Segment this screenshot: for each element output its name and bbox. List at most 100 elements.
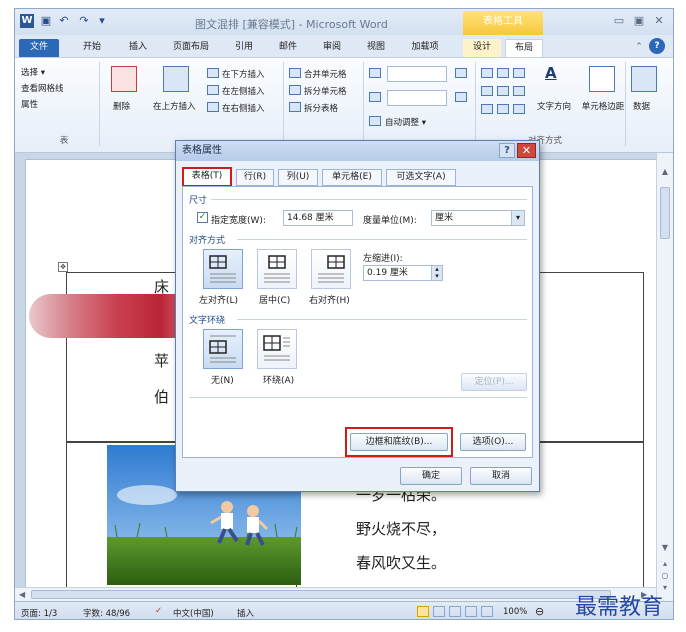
tab-column[interactable]: 列(U)	[278, 169, 318, 186]
language-indicator[interactable]: 中文(中国)	[173, 607, 214, 619]
insert-mode[interactable]: 插入	[237, 607, 254, 619]
restore-icon[interactable]: ▣	[631, 14, 647, 28]
distribute-rows-icon[interactable]	[455, 68, 467, 78]
previous-page-icon[interactable]: ▴	[660, 559, 670, 569]
redo-icon[interactable]: ↷	[77, 14, 91, 28]
text-fragment: 伯	[154, 388, 170, 406]
help-icon[interactable]: ?	[649, 38, 665, 54]
borders-and-shading-button[interactable]: 边框和底纹(B)...	[350, 433, 448, 451]
tab-layout[interactable]: 布局	[505, 39, 543, 57]
print-layout-icon[interactable]	[417, 606, 429, 617]
merge-cells-button[interactable]: 合并单元格	[304, 68, 347, 80]
options-button[interactable]: 选项(O)...	[460, 433, 526, 451]
tab-view[interactable]: 视图	[361, 39, 391, 57]
text-direction-button[interactable]: 文字方向	[537, 100, 571, 112]
insert-below-button[interactable]: 在下方插入	[222, 68, 265, 80]
tab-insert[interactable]: 插入	[123, 39, 153, 57]
tab-mailings[interactable]: 邮件	[273, 39, 303, 57]
tab-design[interactable]: 设计	[463, 39, 501, 57]
cancel-button[interactable]: 取消	[470, 467, 532, 485]
align-top-left-icon[interactable]	[481, 68, 493, 78]
align-bottom-right-icon[interactable]	[513, 104, 525, 114]
tab-table[interactable]: 表格(T)	[182, 167, 232, 187]
align-top-right-icon[interactable]	[513, 68, 525, 78]
cell-margins-button[interactable]: 单元格边距	[581, 100, 625, 112]
align-center-icon[interactable]	[497, 86, 509, 96]
select-button[interactable]: 选择 ▾	[21, 66, 45, 78]
horizontal-scroll-thumb[interactable]	[31, 590, 611, 599]
delete-button[interactable]: 删除	[113, 100, 130, 112]
wrap-none-option[interactable]	[203, 329, 243, 369]
page-count[interactable]: 页面: 1/3	[21, 607, 57, 619]
split-cells-button[interactable]: 拆分单元格	[304, 85, 347, 97]
properties-button[interactable]: 属性	[21, 98, 38, 110]
align-bottom-center-icon[interactable]	[497, 104, 509, 114]
word-logo-icon[interactable]: W	[20, 14, 34, 28]
save-icon[interactable]: ▣	[39, 14, 53, 28]
tab-row[interactable]: 行(R)	[236, 169, 274, 186]
draft-view-icon[interactable]	[481, 606, 493, 617]
align-top-center-icon[interactable]	[497, 68, 509, 78]
scroll-up-icon[interactable]: ▲	[660, 167, 670, 177]
zoom-out-icon[interactable]: ⊖	[535, 605, 544, 618]
scroll-left-icon[interactable]: ◀	[19, 590, 25, 599]
outline-view-icon[interactable]	[465, 606, 477, 617]
delete-icon[interactable]	[111, 66, 137, 92]
insert-right-icon	[207, 102, 219, 112]
autofit-button[interactable]: 自动调整 ▾	[385, 116, 426, 128]
tab-review[interactable]: 审阅	[317, 39, 347, 57]
vertical-scrollbar[interactable]: ▲ ▼ ▴ ○ ▾	[656, 153, 673, 601]
data-icon[interactable]	[631, 66, 657, 92]
zoom-level[interactable]: 100%	[503, 607, 527, 617]
select-browse-object-icon[interactable]: ○	[660, 571, 670, 581]
undo-icon[interactable]: ↶	[57, 14, 71, 28]
align-right-option[interactable]	[311, 249, 351, 289]
preferred-width-input[interactable]: 14.68 厘米	[283, 210, 353, 226]
dialog-close-icon[interactable]: ✕	[517, 143, 536, 158]
tab-references[interactable]: 引用	[229, 39, 259, 57]
minimize-ribbon-icon[interactable]: ⌃	[631, 39, 647, 57]
data-button[interactable]: 数据	[633, 100, 650, 112]
ok-button[interactable]: 确定	[400, 467, 462, 485]
preferred-width-checkbox[interactable]: ✓	[197, 212, 208, 223]
horizontal-scrollbar[interactable]: ◀ ▶	[15, 587, 656, 601]
proofing-icon[interactable]: ✓	[155, 606, 162, 616]
tab-alt-text[interactable]: 可选文字(A)	[386, 169, 456, 186]
row-height-input[interactable]	[387, 66, 447, 82]
minimize-icon[interactable]: ▭	[611, 14, 627, 28]
word-count[interactable]: 字数: 48/96	[83, 607, 130, 619]
close-icon[interactable]: ✕	[651, 14, 667, 28]
tab-home[interactable]: 开始	[77, 39, 107, 57]
vertical-scroll-thumb[interactable]	[660, 187, 670, 239]
tab-page-layout[interactable]: 页面布局	[167, 39, 215, 57]
wrap-around-option[interactable]	[257, 329, 297, 369]
view-gridlines-button[interactable]: 查看网格线	[21, 82, 64, 94]
customize-qat-icon[interactable]: ▾	[95, 14, 109, 28]
column-width-input[interactable]	[387, 90, 447, 106]
indent-spinner-icon[interactable]: ▴ ▾	[431, 266, 442, 280]
scroll-down-icon[interactable]: ▼	[660, 543, 670, 553]
web-layout-icon[interactable]	[449, 606, 461, 617]
align-center-left-icon[interactable]	[481, 86, 493, 96]
split-table-button[interactable]: 拆分表格	[304, 102, 338, 114]
align-bottom-left-icon[interactable]	[481, 104, 493, 114]
cell-margins-icon[interactable]	[589, 66, 615, 92]
table-move-handle-icon[interactable]: ✥	[58, 262, 68, 272]
tab-cell[interactable]: 单元格(E)	[322, 169, 382, 186]
dialog-title[interactable]: 表格属性	[176, 141, 539, 161]
dialog-help-icon[interactable]: ?	[499, 143, 515, 158]
insert-right-button[interactable]: 在右侧插入	[222, 102, 265, 114]
insert-left-button[interactable]: 在左侧插入	[222, 85, 265, 97]
full-screen-reading-icon[interactable]	[433, 606, 445, 617]
insert-above-button[interactable]: 在上方插入	[153, 100, 196, 112]
positioning-button[interactable]: 定位(P)...	[461, 373, 527, 391]
align-left-option[interactable]	[203, 249, 243, 289]
chevron-down-icon[interactable]: ▾	[511, 211, 524, 225]
distribute-columns-icon[interactable]	[455, 92, 467, 102]
tab-addins[interactable]: 加载项	[405, 39, 445, 57]
tab-file[interactable]: 文件	[19, 39, 59, 57]
align-center-option[interactable]	[257, 249, 297, 289]
insert-above-icon[interactable]	[163, 66, 189, 92]
align-center-right-icon[interactable]	[513, 86, 525, 96]
text-direction-icon[interactable]: A	[545, 64, 557, 82]
